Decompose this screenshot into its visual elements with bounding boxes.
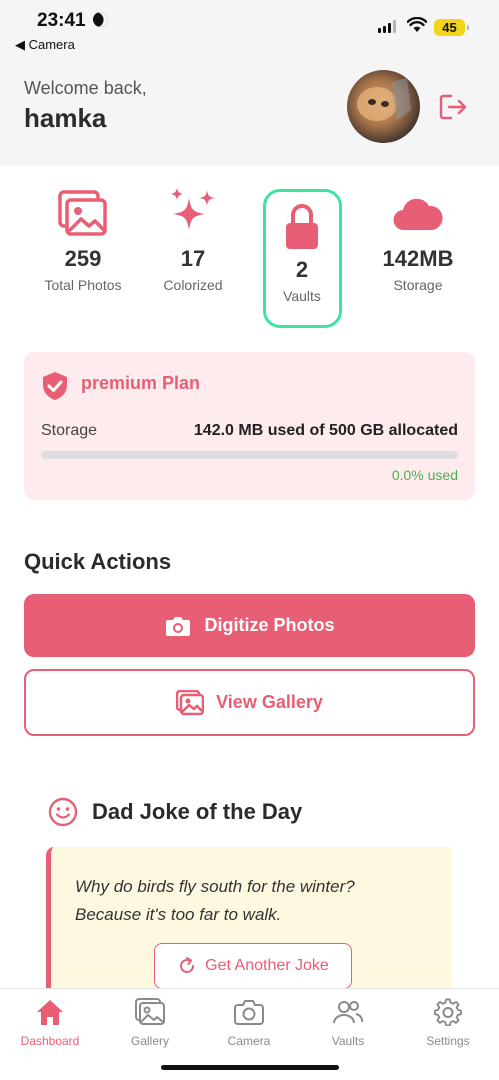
moon-icon: [90, 9, 111, 30]
tab-vaults[interactable]: Vaults: [303, 997, 393, 1048]
stat-value: 142MB: [382, 246, 454, 271]
avatar[interactable]: [347, 70, 420, 143]
quick-actions-title: Quick Actions: [24, 549, 172, 574]
plan-card: premium Plan Storage 142.0 MB used of 50…: [24, 352, 475, 500]
joke-answer: Because it's too far to walk.: [75, 905, 282, 924]
joke-card: Why do birds fly south for the winter? B…: [46, 847, 452, 1007]
dashboard-header: Welcome back, hamka: [0, 56, 499, 166]
home-icon: [5, 997, 95, 1027]
sparkles-icon: [143, 186, 243, 242]
tab-label: Camera: [227, 1034, 271, 1048]
home-indicator: [161, 1065, 339, 1070]
joke-question: Why do birds fly south for the winter?: [75, 877, 355, 896]
welcome-text: Welcome back,: [24, 78, 147, 98]
stat-vaults[interactable]: 2 Vaults: [252, 201, 352, 304]
tab-settings[interactable]: Settings: [403, 997, 493, 1048]
users-icon: [303, 997, 393, 1027]
storage-progress-bar: [41, 451, 458, 459]
photos-icon: [33, 186, 133, 242]
digitize-photos-button[interactable]: Digitize Photos: [24, 594, 475, 657]
stat-storage[interactable]: 142MB Storage: [368, 186, 468, 293]
stat-label: Colorized: [163, 277, 223, 293]
stat-value: 17: [180, 246, 206, 271]
wifi-icon: [407, 17, 427, 32]
get-another-joke-label: Get Another Joke: [205, 957, 329, 974]
shield-check-icon: [43, 372, 67, 400]
storage-label: Storage: [41, 422, 98, 439]
gallery-icon: [176, 689, 205, 715]
joke-title: Dad Joke of the Day: [92, 799, 303, 824]
cellular-signal-icon: [378, 20, 396, 33]
tab-gallery[interactable]: Gallery: [105, 997, 195, 1048]
plan-title: premium Plan: [81, 373, 201, 393]
stat-value: 259: [64, 246, 102, 271]
back-to-camera-link[interactable]: ◀ Camera: [15, 37, 75, 53]
tab-dashboard[interactable]: Dashboard: [5, 997, 95, 1048]
stat-value: 2: [295, 257, 309, 282]
lock-icon: [252, 201, 352, 253]
joke-text: Why do birds fly south for the winter? B…: [75, 873, 445, 929]
camera-icon: [204, 997, 294, 1027]
logout-icon[interactable]: [438, 93, 468, 121]
stat-total-photos[interactable]: 259 Total Photos: [33, 186, 133, 293]
tab-label: Gallery: [130, 1034, 169, 1048]
gear-icon: [403, 997, 493, 1027]
refresh-icon: [180, 957, 195, 973]
tab-label: Vaults: [331, 1034, 365, 1048]
stat-label: Total Photos: [44, 277, 122, 293]
smile-icon: [48, 797, 78, 827]
stat-label: Storage: [393, 277, 443, 293]
view-gallery-label: View Gallery: [216, 692, 323, 712]
digitize-photos-label: Digitize Photos: [204, 615, 335, 635]
cloud-icon: [368, 186, 468, 242]
storage-usage-text: 142.0 MB used of 500 GB allocated: [193, 422, 458, 439]
get-another-joke-button[interactable]: Get Another Joke: [154, 943, 352, 989]
stat-label: Vaults: [283, 288, 321, 304]
username: hamka: [24, 103, 107, 133]
tab-label: Dashboard: [20, 1034, 80, 1048]
tab-camera[interactable]: Camera: [204, 997, 294, 1048]
status-time: 23:41: [37, 10, 86, 31]
view-gallery-button[interactable]: View Gallery: [24, 669, 475, 736]
camera-icon: [165, 616, 190, 636]
stat-colorized[interactable]: 17 Colorized: [143, 186, 243, 293]
status-bar: 23:41 ◀ Camera 45: [0, 0, 499, 56]
storage-percent: 0.0% used: [391, 467, 458, 483]
battery-indicator: 45: [434, 19, 469, 36]
gallery-icon: [105, 997, 195, 1027]
tab-label: Settings: [426, 1034, 470, 1048]
